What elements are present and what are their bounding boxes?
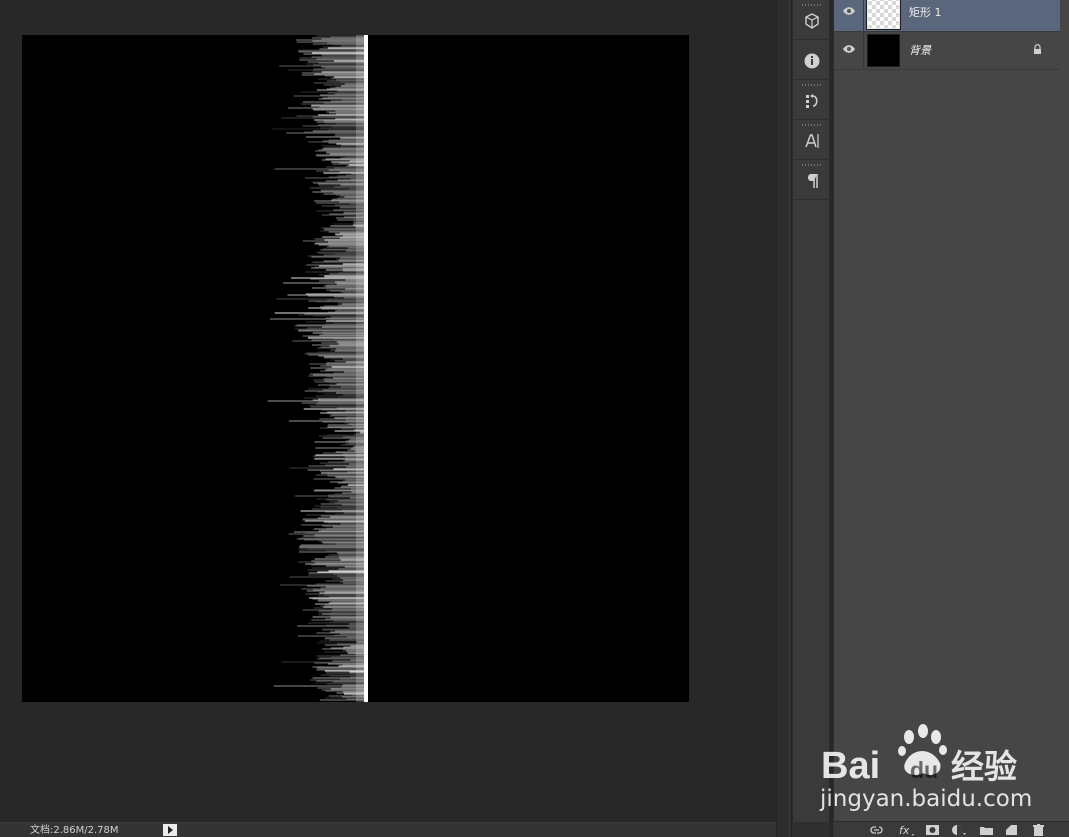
character-icon[interactable] [803, 132, 821, 150]
history-icon[interactable] [803, 92, 821, 110]
info-icon[interactable] [803, 52, 821, 70]
document-size-info[interactable]: 文档:2.86M/2.78M [30, 824, 162, 837]
layer-thumbnail-transparent[interactable] [866, 0, 901, 30]
layers-panel: 矩形 1 背景 [833, 0, 1069, 837]
folder-icon[interactable] [978, 823, 995, 837]
svg-text:fx: fx [899, 824, 910, 837]
layer-name[interactable]: 背景 [909, 43, 1019, 59]
fx-icon[interactable]: fx [898, 823, 915, 837]
layer-visibility-toggle[interactable] [834, 0, 864, 31]
dock-grip[interactable] [802, 4, 822, 6]
eye-icon[interactable] [842, 44, 856, 54]
motion-streak-artwork [22, 35, 689, 702]
lock-icon[interactable] [1033, 44, 1042, 55]
paragraph-icon[interactable] [803, 172, 821, 190]
layer-row-rectangle[interactable]: 矩形 1 [834, 0, 1060, 32]
photoshop-window: 文档:2.86M/2.78M 矩形 1 背景 fx Bai du 经验 jing… [0, 0, 1069, 837]
vertical-scrollbar[interactable] [776, 0, 790, 837]
dock-grip[interactable] [802, 164, 822, 166]
layers-empty-area[interactable] [834, 76, 1060, 818]
status-bar: 文档:2.86M/2.78M [0, 822, 776, 837]
layer-thumbnail-black[interactable] [867, 34, 900, 67]
layer-row-background[interactable]: 背景 [834, 32, 1060, 70]
link-layers-icon[interactable] [868, 823, 885, 837]
streak-glow [356, 35, 364, 702]
dock-group-paragraph[interactable] [794, 160, 829, 200]
eye-icon[interactable] [842, 6, 856, 16]
status-bar-arrow-button[interactable] [163, 824, 177, 836]
dock-grip[interactable] [802, 84, 822, 86]
adjustment-icon[interactable] [950, 823, 967, 837]
layer-name[interactable]: 矩形 1 [909, 5, 1019, 21]
dock-group-history[interactable] [794, 80, 829, 120]
document-workspace[interactable] [0, 0, 776, 822]
canvas-document[interactable] [22, 35, 689, 702]
dock-grip[interactable] [802, 124, 822, 126]
panel-dock-strip [792, 0, 830, 837]
dock-group-character[interactable] [794, 120, 829, 160]
vertical-white-line [364, 35, 368, 702]
3d-cube-icon[interactable] [803, 12, 821, 30]
new-layer-icon[interactable] [1003, 823, 1020, 837]
layer-visibility-toggle[interactable] [834, 32, 864, 69]
dock-bottom-bar [792, 822, 830, 837]
mask-icon[interactable] [924, 823, 941, 837]
trash-icon[interactable] [1030, 823, 1047, 837]
dock-group-info[interactable] [794, 40, 829, 80]
layers-panel-footer: fx [833, 821, 1069, 837]
dock-group-3d[interactable] [794, 0, 829, 40]
